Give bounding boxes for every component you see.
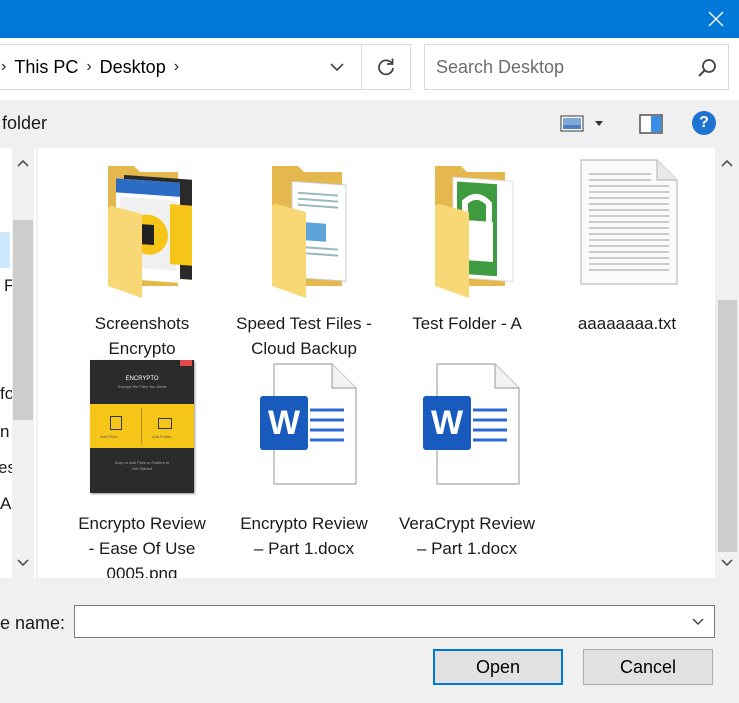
word-logo: W: [260, 396, 308, 450]
png-thumb-add-files: Add Files...: [100, 434, 121, 439]
chevron-up-icon: [17, 159, 29, 167]
preview-pane-button[interactable]: [637, 110, 665, 138]
file-name-input[interactable]: [75, 606, 675, 637]
scroll-up-button[interactable]: [716, 152, 738, 174]
title-bar: [0, 0, 739, 38]
folder-item[interactable]: Test Folder - A: [392, 158, 542, 336]
folder-icon: [407, 158, 527, 303]
breadcrumb-desktop[interactable]: Desktop: [100, 57, 166, 78]
word-document-icon: W: [407, 358, 527, 503]
text-file-icon: [567, 158, 687, 303]
scrollbar-thumb[interactable]: [718, 300, 737, 552]
nav-pane-scrollbar[interactable]: [12, 148, 34, 578]
scroll-down-button[interactable]: [12, 552, 34, 574]
search-box[interactable]: [424, 44, 729, 90]
png-thumb-title: ENCRYPTO: [125, 376, 159, 382]
help-button[interactable]: ?: [692, 111, 716, 135]
file-name: Speed Test Files -: [236, 314, 372, 333]
new-folder-button[interactable]: folder: [2, 113, 47, 134]
scrollbar-thumb[interactable]: [13, 220, 33, 420]
file-name: – Part 1.docx: [416, 539, 518, 558]
file-name: - Ease Of Use: [88, 539, 196, 558]
file-view-scrollbar[interactable]: [716, 148, 739, 578]
word-logo: W: [423, 396, 471, 450]
chevron-up-icon: [721, 159, 733, 167]
nav-item[interactable]: n: [0, 422, 9, 442]
file-item[interactable]: aaaaaaaa.txt: [552, 158, 702, 336]
folder-item[interactable]: Screenshots Encrypto: [67, 158, 217, 361]
breadcrumb: › This PC › Desktop ›: [0, 45, 187, 89]
image-thumbnail: ENCRYPTO Encrypt the Files You Send Add …: [90, 360, 194, 505]
png-thumb-hint: Drop or Add Files or Folders to Get Star…: [114, 460, 170, 471]
file-view[interactable]: Screenshots Encrypto Speed Test Files - …: [38, 148, 715, 583]
file-name: Encrypto Review: [78, 514, 206, 533]
folder-item[interactable]: Speed Test Files - Cloud Backup: [229, 158, 379, 361]
file-name: – Part 1.docx: [253, 539, 355, 558]
dialog-footer: le name: Open Cancel: [0, 578, 739, 703]
search-input[interactable]: [425, 45, 685, 89]
png-thumb-subtitle: Encrypt the Files You Send: [117, 384, 167, 389]
cancel-button[interactable]: Cancel: [583, 649, 713, 685]
address-history-dropdown[interactable]: [317, 45, 357, 89]
close-button[interactable]: [693, 0, 739, 38]
navigation-row: › This PC › Desktop ›: [0, 38, 739, 100]
scroll-up-button[interactable]: [12, 152, 34, 174]
refresh-icon: [378, 58, 394, 76]
file-name: Encrypto Review: [240, 514, 368, 533]
caret-down-icon: [595, 121, 603, 126]
folder-icon: [82, 158, 202, 303]
large-icons-view-icon: [560, 115, 584, 132]
file-name-label: le name:: [0, 613, 66, 633]
file-item[interactable]: W VeraCrypt Review – Part 1.docx: [392, 358, 542, 561]
file-name-dropdown[interactable]: [682, 606, 714, 637]
help-icon: ?: [699, 114, 709, 131]
chevron-down-icon: [330, 63, 344, 72]
chevron-down-icon: [692, 617, 704, 625]
search-icon[interactable]: [696, 57, 718, 79]
refresh-button[interactable]: [361, 45, 410, 89]
file-name: aaaaaaaa.txt: [577, 314, 677, 333]
nav-selected-item[interactable]: [0, 232, 10, 268]
file-name-combobox[interactable]: [74, 605, 715, 638]
command-bar: folder ?: [0, 100, 739, 148]
change-view-button[interactable]: [560, 110, 612, 138]
chevron-down-icon: [721, 559, 733, 567]
scroll-down-button[interactable]: [716, 552, 738, 574]
file-item[interactable]: ENCRYPTO Encrypt the Files You Send Add …: [67, 358, 217, 586]
chevron-right-icon: ›: [1, 58, 7, 75]
folder-icon: [244, 158, 364, 303]
address-bar[interactable]: › This PC › Desktop ›: [0, 44, 411, 90]
png-thumb-add-folder: Add Folder...: [152, 434, 175, 439]
open-button[interactable]: Open: [433, 649, 563, 685]
navigation-pane[interactable]: F fo n es A: [0, 148, 36, 578]
nav-item[interactable]: A: [0, 494, 11, 514]
word-document-icon: W: [244, 358, 364, 503]
chevron-right-icon[interactable]: ›: [174, 58, 179, 76]
file-name: Test Folder - A: [412, 314, 522, 333]
file-name: Screenshots: [94, 314, 190, 333]
file-item[interactable]: W Encrypto Review – Part 1.docx: [229, 358, 379, 561]
file-name: VeraCrypt Review: [398, 514, 536, 533]
breadcrumb-this-pc[interactable]: This PC: [14, 57, 78, 78]
chevron-right-icon[interactable]: ›: [86, 58, 91, 76]
close-icon: [708, 11, 724, 27]
preview-pane-icon: [639, 114, 663, 134]
chevron-down-icon: [17, 559, 29, 567]
